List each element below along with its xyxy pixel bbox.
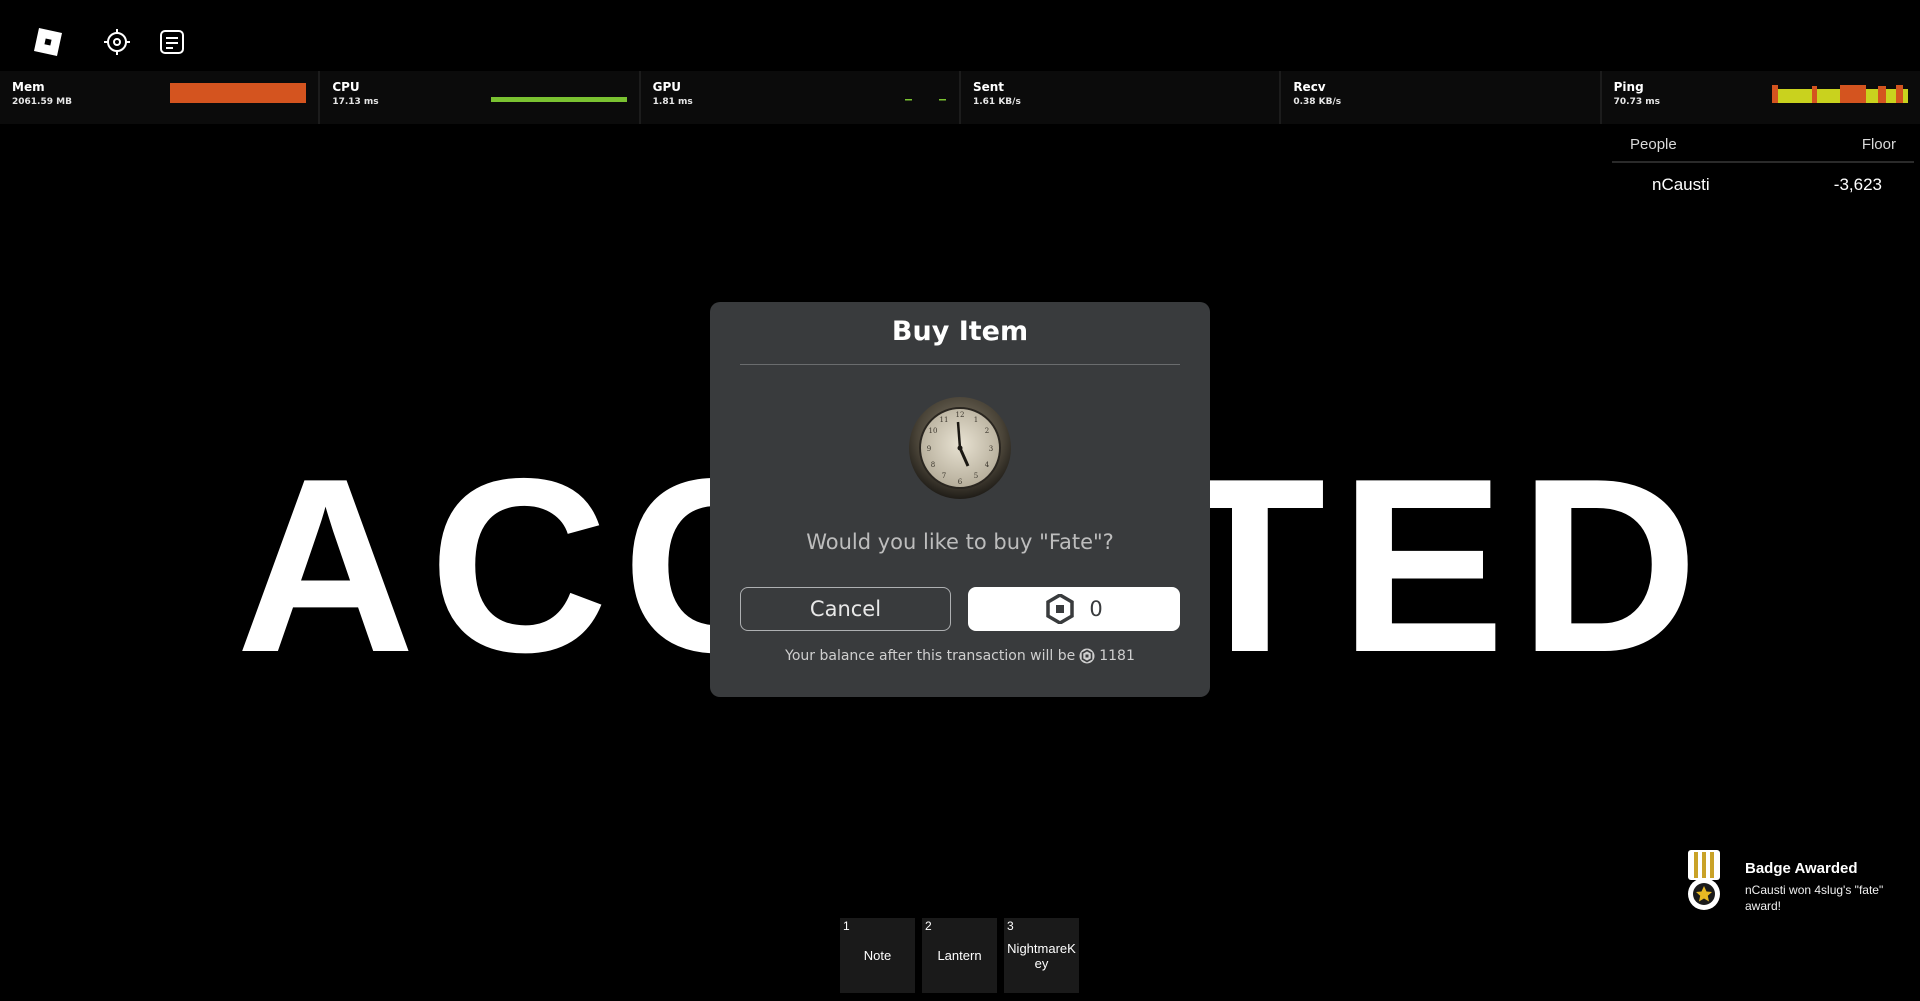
stat-mem-label: Mem [12,80,45,94]
stat-cpu-label: CPU [332,80,360,94]
dialog-divider [740,364,1180,365]
stat-ping-graph [1771,85,1908,103]
leaderboard-header-people: People [1630,136,1677,153]
svg-text:12: 12 [956,411,965,419]
robux-icon [1046,594,1075,624]
svg-text:3: 3 [989,445,993,453]
buy-price: 0 [1089,597,1103,621]
balance-text: Your balance after this transaction will… [785,648,1076,664]
hotbar: 1 Note 2 Lantern 3 NightmareKey [840,918,1079,993]
medal-icon [1688,850,1720,910]
hotbar-slot-nightmarekey[interactable]: 3 NightmareKey [1004,918,1079,993]
leaderboard-player-name: nCausti [1652,175,1710,194]
buy-item-dialog: Buy Item 12 1 2 3 45 6 78 9 10 11 Would you li… [710,302,1210,697]
svg-text:9: 9 [927,445,931,453]
stat-recv-value: 0.38 KB/s [1293,97,1342,107]
stat-sent-value: 1.61 KB/s [972,97,1021,107]
hotbar-slot-note[interactable]: 1 Note [840,918,915,993]
chat-icon[interactable] [152,22,192,62]
stat-cpu-graph [490,97,627,102]
topbar [0,0,260,70]
slot-item-name: Note [863,948,892,963]
stat-ping-label: Ping [1613,80,1644,94]
slot-item-name: Lantern [937,948,982,963]
svg-text:7: 7 [942,472,946,480]
stat-mem-value: 2061.59 MB [12,97,72,107]
buy-button[interactable]: 0 [968,587,1180,631]
stat-sent-label: Sent [972,80,1005,94]
robux-small-icon [1079,648,1095,664]
leaderboard-row[interactable]: nCausti -3,623 [1612,163,1914,195]
stat-gpu-value: 1.81 ms [652,97,693,107]
leaderboard-header: People Floor [1612,128,1914,163]
dialog-title: Buy Item [891,316,1029,347]
stat-recv-label: Recv [1293,80,1326,94]
leaderboard-header-floor: Floor [1861,136,1896,153]
leaderboard: People Floor nCausti -3,623 [1612,128,1914,195]
stat-cpu[interactable]: CPU 17.13 ms [320,71,641,124]
badge-description: nCausti won 4slug's "fate" award! [1745,883,1884,913]
leaderboard-player-floor: -3,623 [1833,175,1882,194]
purchase-question: Would you like to buy "Fate"? [806,530,1114,554]
balance-note: Your balance after this transaction will… [710,648,1210,664]
stat-mem-graph [170,83,307,103]
svg-text:6: 6 [958,478,963,486]
svg-text:5: 5 [974,472,978,480]
stat-gpu-graph [904,99,946,101]
badge-title: Badge Awarded [1745,860,1858,877]
performance-stats-bar: Mem 2061.59 MB CPU 17.13 ms GPU 1.81 ms … [0,71,1920,124]
badge-awarded-notification: Badge Awarded nCausti won 4slug's "fate"… [1680,848,1920,918]
stat-mem[interactable]: Mem 2061.59 MB [0,71,321,124]
stat-gpu-label: GPU [652,80,682,94]
slot-item-name: NightmareKey [1007,940,1076,971]
stat-ping-value: 70.73 ms [1613,97,1660,107]
stat-cpu-value: 17.13 ms [332,97,379,107]
stat-ping[interactable]: Ping 70.73 ms [1601,71,1920,124]
svg-text:10: 10 [929,427,938,435]
cancel-button[interactable]: Cancel [740,587,951,631]
svg-text:2: 2 [985,427,989,435]
balance-value: 1181 [1099,648,1135,664]
clock-item-image: 12 12 3 45 6 78 9 1011 [909,397,1011,499]
svg-text:4: 4 [985,461,990,469]
svg-text:1: 1 [974,416,978,424]
target-icon[interactable] [97,22,137,62]
svg-text:8: 8 [931,461,935,469]
stat-recv[interactable]: Recv 0.38 KB/s [1281,71,1602,124]
hotbar-slot-lantern[interactable]: 2 Lantern [922,918,997,993]
stat-sent[interactable]: Sent 1.61 KB/s [960,71,1282,124]
svg-text:11: 11 [940,416,949,424]
stat-gpu[interactable]: GPU 1.81 ms [640,71,961,124]
roblox-logo-icon[interactable] [28,22,68,62]
